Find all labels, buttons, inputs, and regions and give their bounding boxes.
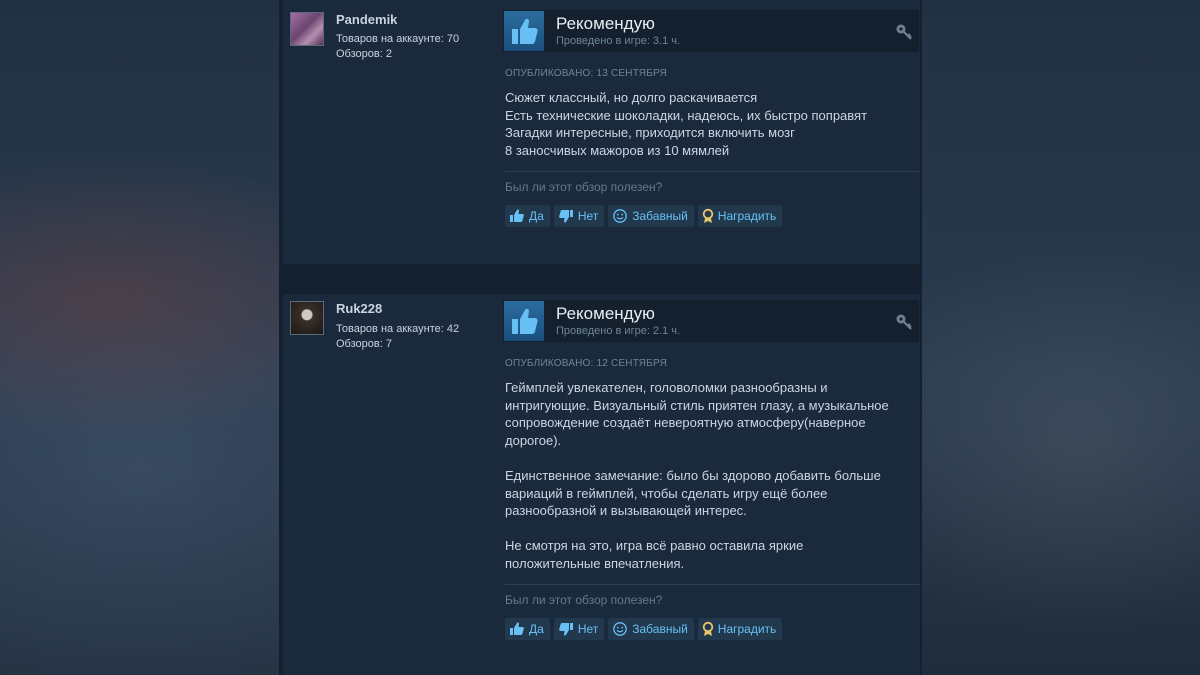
ribbon-icon xyxy=(702,621,713,636)
review-rating-buttons: Да Нет Забавный Наградить xyxy=(505,618,783,640)
smiley-icon xyxy=(613,622,628,636)
award-button[interactable]: Наградить xyxy=(697,205,783,227)
award-button[interactable]: Наградить xyxy=(697,618,783,640)
thumbs-up-icon xyxy=(512,18,538,44)
review-divider xyxy=(505,584,919,585)
key-icon[interactable] xyxy=(895,23,913,41)
smiley-icon xyxy=(613,209,628,223)
reviewer-products-count[interactable]: Товаров на аккаунте: 42 xyxy=(336,322,459,337)
vote-funny-button[interactable]: Забавный xyxy=(608,618,694,640)
reviewer-products-count[interactable]: Товаров на аккаунте: 70 xyxy=(336,32,459,47)
thumbs-up-icon xyxy=(510,209,524,222)
review-verdict: Рекомендую xyxy=(556,14,655,33)
recommend-thumb-box xyxy=(504,11,544,51)
review-rating-buttons: Да Нет Забавный Наградить xyxy=(505,205,783,227)
reviewer-reviews-count[interactable]: Обзоров: 2 xyxy=(336,47,392,62)
vote-yes-button[interactable]: Да xyxy=(505,205,550,227)
avatar[interactable] xyxy=(290,12,324,46)
ribbon-icon xyxy=(702,208,713,223)
avatar[interactable] xyxy=(290,301,324,335)
review-playtime: Проведено в игре: 2.1 ч. xyxy=(556,325,681,337)
reviewer-name[interactable]: Pandemik xyxy=(336,12,397,27)
reviewer-name[interactable]: Ruk228 xyxy=(336,301,382,316)
vote-yes-button[interactable]: Да xyxy=(505,618,550,640)
key-icon[interactable] xyxy=(895,313,913,331)
vote-no-label: Нет xyxy=(577,209,599,223)
vote-no-button[interactable]: Нет xyxy=(553,205,605,227)
reviewer-reviews-count[interactable]: Обзоров: 7 xyxy=(336,337,392,352)
review-card: Ruk228 Товаров на аккаунте: 42 Обзоров: … xyxy=(283,294,920,675)
review-playtime: Проведено в игре: 3.1 ч. xyxy=(556,35,681,47)
vote-funny-label: Забавный xyxy=(632,209,688,223)
review-card: Pandemik Товаров на аккаунте: 70 Обзоров… xyxy=(283,0,920,264)
review-posted-date: ОПУБЛИКОВАНО: 13 СЕНТЯБРЯ xyxy=(505,68,668,79)
review-verdict-header[interactable]: Рекомендую Проведено в игре: 2.1 ч. xyxy=(503,300,919,342)
thumbs-up-icon xyxy=(512,308,538,334)
review-body: Геймплей увлекателен, головоломки разноо… xyxy=(505,380,889,571)
vote-yes-label: Да xyxy=(529,622,544,636)
vote-funny-label: Забавный xyxy=(632,622,688,636)
thumbs-down-icon xyxy=(558,210,573,223)
review-verdict-header[interactable]: Рекомендую Проведено в игре: 3.1 ч. xyxy=(503,10,919,52)
thumbs-down-icon xyxy=(558,623,573,636)
thumbs-up-icon xyxy=(510,622,524,635)
vote-no-label: Нет xyxy=(577,622,599,636)
award-label: Наградить xyxy=(717,622,777,636)
review-divider xyxy=(505,171,919,172)
helpful-prompt: Был ли этот обзор полезен? xyxy=(505,180,663,194)
vote-funny-button[interactable]: Забавный xyxy=(608,205,694,227)
vote-no-button[interactable]: Нет xyxy=(553,618,605,640)
review-posted-date: ОПУБЛИКОВАНО: 12 СЕНТЯБРЯ xyxy=(505,358,668,369)
review-body: Сюжет классный, но долго раскачивается Е… xyxy=(505,90,868,158)
vote-yes-label: Да xyxy=(529,209,544,223)
recommend-thumb-box xyxy=(504,301,544,341)
helpful-prompt: Был ли этот обзор полезен? xyxy=(505,593,663,607)
review-verdict: Рекомендую xyxy=(556,304,655,323)
award-label: Наградить xyxy=(717,209,777,223)
